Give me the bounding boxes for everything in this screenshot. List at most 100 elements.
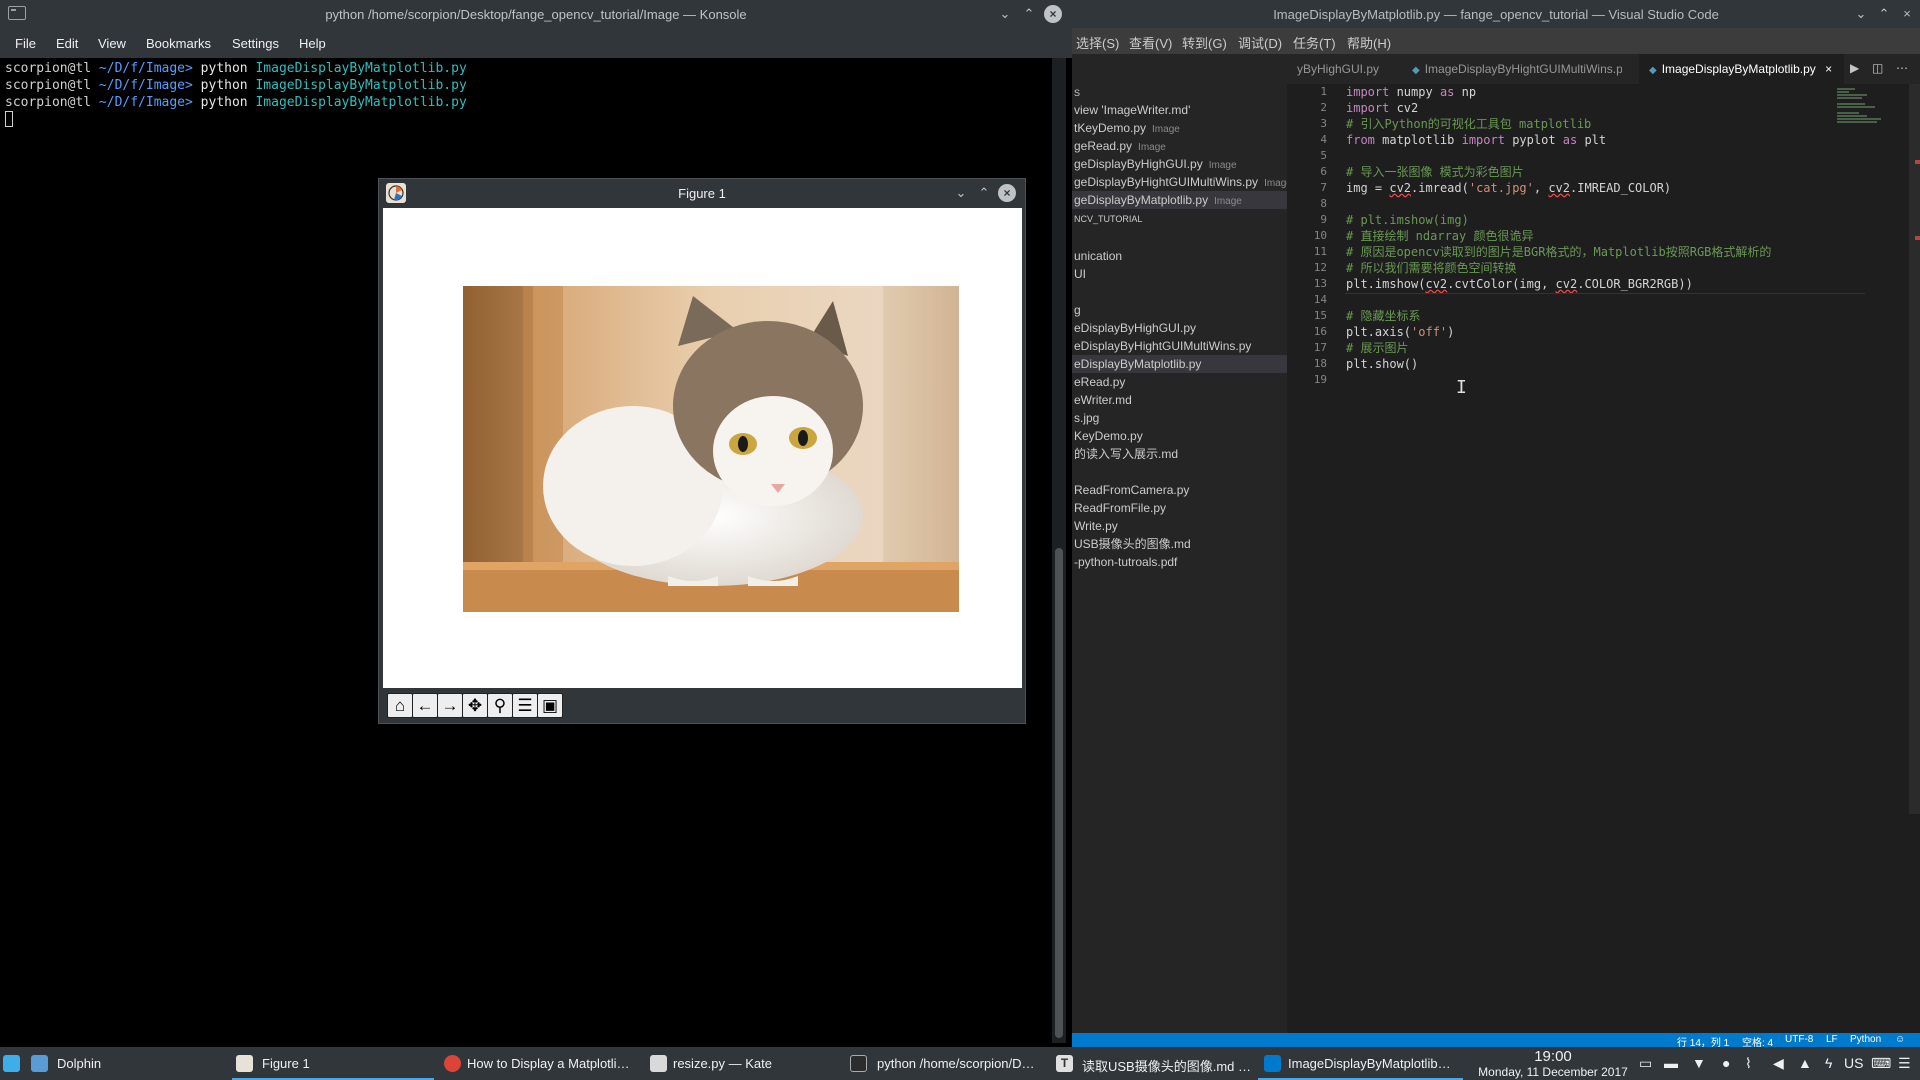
configure-subplots-icon[interactable]: ☰ xyxy=(512,693,538,718)
tree-item[interactable]: g xyxy=(1072,301,1287,319)
menu-view[interactable]: View xyxy=(98,36,126,51)
editor-scrollbar[interactable] xyxy=(1909,84,1920,814)
menu-edit[interactable]: Edit xyxy=(56,36,78,51)
terminal-tray-icon[interactable]: ▭ xyxy=(1639,1055,1652,1072)
line-number: 17 xyxy=(1313,341,1327,354)
tree-item[interactable]: eWriter.md xyxy=(1072,391,1287,409)
tree-item[interactable]: ReadFromCamera.py xyxy=(1072,481,1287,499)
menu-debug[interactable]: 调试(D) xyxy=(1238,33,1282,52)
line-number: 7 xyxy=(1320,181,1327,194)
task-chrome[interactable]: How to Display a Matplotli… xyxy=(440,1047,642,1080)
menu-bookmarks[interactable]: Bookmarks xyxy=(146,36,211,51)
tree-item[interactable]: 的读入写入展示.md xyxy=(1072,445,1287,463)
tree-item[interactable]: eDisplayByHighGUI.py xyxy=(1072,319,1287,337)
vscode-menubar: 选择(S) 查看(V) 转到(G) 调试(D) 任务(T) 帮助(H) xyxy=(1072,28,1920,54)
tree-item[interactable]: ReadFromFile.py xyxy=(1072,499,1287,517)
tree-item[interactable]: -python-tutroals.pdf xyxy=(1072,553,1287,571)
terminal-scrollbar-thumb[interactable] xyxy=(1055,548,1063,1038)
minimize-icon[interactable]: ⌄ xyxy=(952,184,970,202)
line-number: 6 xyxy=(1320,165,1327,178)
minimize-icon[interactable]: ⌄ xyxy=(996,5,1014,23)
menu-help[interactable]: 帮助(H) xyxy=(1347,33,1391,52)
expand-tray-icon[interactable]: ▲ xyxy=(1798,1055,1812,1071)
back-icon[interactable]: ← xyxy=(412,693,438,718)
terminal-line: scorpion@tl ~/D/f/Image> python ImageDis… xyxy=(5,78,467,93)
terminal-icon xyxy=(850,1055,867,1072)
split-editor-icon[interactable]: ◫ xyxy=(1872,61,1883,75)
figure-titlebar[interactable]: Figure 1 ⌄ ⌃ × xyxy=(379,179,1025,207)
feedback-icon[interactable]: ☺ xyxy=(1895,1034,1905,1045)
menu-goto[interactable]: 转到(G) xyxy=(1182,33,1227,52)
tree-item[interactable]: eDisplayByHightGUIMultiWins.py xyxy=(1072,337,1287,355)
editor-minimap[interactable] xyxy=(1837,88,1885,128)
python-file-icon: ◆ xyxy=(1649,65,1657,76)
code-editor[interactable]: 1 2 3 4 5 6 7 8 9 10 11 12 13 14 15 16 1… xyxy=(1287,84,1920,1036)
maximize-icon[interactable]: ⌃ xyxy=(1020,5,1038,23)
konsole-titlebar[interactable]: python /home/scorpion/Desktop/fange_open… xyxy=(0,0,1072,28)
tree-item[interactable]: s.jpg xyxy=(1072,409,1287,427)
clock[interactable]: 19:00 Monday, 11 December 2017 xyxy=(1468,1048,1638,1079)
menu-tasks[interactable]: 任务(T) xyxy=(1293,33,1336,52)
network-icon[interactable]: ϟ xyxy=(1825,1055,1832,1071)
menu-file[interactable]: File xyxy=(15,36,36,51)
wifi-icon[interactable]: ▼ xyxy=(1692,1055,1706,1071)
maximize-icon[interactable]: ⌃ xyxy=(975,184,993,202)
task-kate[interactable]: resize.py — Kate xyxy=(646,1047,848,1080)
project-header[interactable]: NCV_TUTORIAL xyxy=(1072,212,1287,226)
open-editor-item[interactable]: geRead.py Image xyxy=(1072,137,1287,155)
home-icon[interactable]: ⌂ xyxy=(387,693,413,718)
editor-tabbar: yByHighGUI.py ◆ ImageDisplayByHightGUIMul… xyxy=(1072,54,1920,84)
more-actions-icon[interactable]: ⋯ xyxy=(1896,61,1908,75)
tree-item[interactable]: unication xyxy=(1072,247,1287,265)
close-icon[interactable]: × xyxy=(998,184,1016,202)
menu-view[interactable]: 查看(V) xyxy=(1129,33,1172,52)
task-dolphin[interactable]: Dolphin xyxy=(27,1047,227,1080)
vscode-statusbar: 行 14，列 1 空格: 4 UTF-8 LF Python ☺ xyxy=(1072,1033,1920,1049)
menu-select[interactable]: 选择(S) xyxy=(1076,33,1119,52)
open-editor-item[interactable]: geDisplayByHightGUIMultiWins.pyImage xyxy=(1072,173,1287,191)
task-typora[interactable]: T 读取USB摄像头的图像.md … xyxy=(1056,1047,1256,1080)
tab-matplotlib[interactable]: ◆ ImageDisplayByMatplotlib.py × xyxy=(1639,54,1844,84)
keyboard-layout[interactable]: US xyxy=(1844,1055,1863,1071)
eol-status[interactable]: LF xyxy=(1826,1034,1838,1045)
tree-item[interactable]: Write.py xyxy=(1072,517,1287,535)
tree-item-active[interactable]: eDisplayByMatplotlib.py xyxy=(1072,355,1287,373)
open-editor-item-active[interactable]: geDisplayByMatplotlib.py Image xyxy=(1072,191,1287,209)
open-editors-header[interactable]: S xyxy=(1072,86,1287,100)
menu-icon[interactable]: ☰ xyxy=(1898,1055,1911,1072)
tab-multiwins[interactable]: ◆ ImageDisplayByHightGUIMultiWins.py xyxy=(1402,54,1622,84)
figure-canvas[interactable] xyxy=(383,208,1022,688)
tree-item[interactable]: UI xyxy=(1072,265,1287,283)
tree-item[interactable]: USB摄像头的图像.md xyxy=(1072,535,1287,553)
open-editor-item[interactable]: tKeyDemo.py Image xyxy=(1072,119,1287,137)
console-tray-icon[interactable]: ▬ xyxy=(1664,1055,1678,1071)
app-launcher[interactable] xyxy=(0,1047,22,1080)
task-vscode[interactable]: ImageDisplayByMatplotlib… xyxy=(1258,1047,1463,1080)
open-editor-item[interactable]: view 'ImageWriter.md' xyxy=(1072,101,1287,119)
minimize-icon[interactable]: ⌄ xyxy=(1852,5,1870,23)
zoom-icon[interactable]: ⚲ xyxy=(487,693,513,718)
task-konsole[interactable]: python /home/scorpion/D… xyxy=(850,1047,1052,1080)
maximize-icon[interactable]: ⌃ xyxy=(1875,5,1893,23)
save-icon[interactable]: ▣ xyxy=(537,693,563,718)
attachment-icon[interactable]: ⌇ xyxy=(1745,1055,1752,1072)
close-icon[interactable]: × xyxy=(1044,5,1062,23)
tree-item[interactable]: KeyDemo.py xyxy=(1072,427,1287,445)
menu-help[interactable]: Help xyxy=(299,36,326,51)
close-icon[interactable]: × xyxy=(1898,5,1916,23)
user-icon[interactable]: ● xyxy=(1722,1055,1730,1071)
run-icon[interactable]: ▶ xyxy=(1850,61,1859,75)
tree-item[interactable]: eRead.py xyxy=(1072,373,1287,391)
vscode-titlebar[interactable]: ImageDisplayByMatplotlib.py — fange_open… xyxy=(1072,0,1920,28)
encoding-status[interactable]: UTF-8 xyxy=(1785,1034,1813,1045)
menu-settings[interactable]: Settings xyxy=(232,36,279,51)
volume-icon[interactable]: ◀ xyxy=(1773,1055,1784,1072)
keyboard-icon[interactable]: ⌨ xyxy=(1871,1055,1891,1072)
task-figure[interactable]: Figure 1 xyxy=(232,1047,434,1080)
open-editor-item[interactable]: geDisplayByHighGUI.py Image xyxy=(1072,155,1287,173)
language-status[interactable]: Python xyxy=(1850,1034,1881,1045)
tab-highgui[interactable]: yByHighGUI.py xyxy=(1287,54,1402,84)
forward-icon[interactable]: → xyxy=(437,693,463,718)
tab-close-icon[interactable]: × xyxy=(1825,62,1832,76)
pan-icon[interactable]: ✥ xyxy=(462,693,488,718)
